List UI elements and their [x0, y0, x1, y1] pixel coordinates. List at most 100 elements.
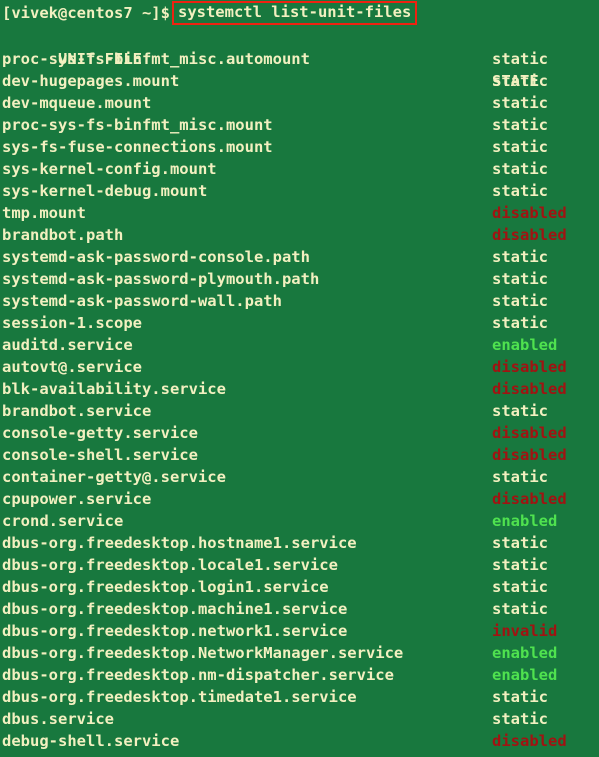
- unit-state-badge: static: [492, 600, 548, 618]
- highlighted-command-box: systemctl list-unit-files: [171, 1, 418, 25]
- table-row: sys-kernel-debug.mount static: [2, 180, 599, 202]
- table-row: cpupower.service disabled: [2, 488, 599, 510]
- command-prompt-line: [vivek@centos7 ~]$ systemctl list-unit-fi…: [2, 1, 599, 26]
- table-row: dbus-org.freedesktop.NetworkManager.serv…: [2, 642, 599, 664]
- table-row: brandbot.service static: [2, 400, 599, 422]
- terminal-content: [vivek@centos7 ~]$ systemctl list-unit-fi…: [0, 0, 599, 752]
- table-row: sys-fs-fuse-connections.mount static: [2, 136, 599, 158]
- unit-file-name: dbus-org.freedesktop.hostname1.service: [2, 534, 357, 552]
- command-text: systemctl list-unit-files: [177, 3, 412, 21]
- unit-file-name: dbus-org.freedesktop.network1.service: [2, 622, 348, 640]
- table-row: systemd-ask-password-console.path static: [2, 246, 599, 268]
- unit-state-badge: disabled: [492, 732, 567, 750]
- unit-state-badge: static: [492, 556, 548, 574]
- unit-state-badge: disabled: [492, 446, 567, 464]
- unit-file-name: tmp.mount: [2, 204, 86, 222]
- unit-file-name: console-shell.service: [2, 446, 198, 464]
- unit-state-badge: static: [492, 160, 548, 178]
- unit-file-name: dev-mqueue.mount: [2, 94, 152, 112]
- unit-file-name: container-getty@.service: [2, 468, 226, 486]
- unit-state-badge: static: [492, 248, 548, 266]
- unit-state-badge: static: [492, 534, 548, 552]
- unit-file-name: cpupower.service: [2, 490, 152, 508]
- table-row: dbus-org.freedesktop.timedate1.service st…: [2, 686, 599, 708]
- unit-state-badge: static: [492, 270, 548, 288]
- unit-state-badge: static: [492, 710, 548, 728]
- unit-state-badge: static: [492, 50, 548, 68]
- unit-file-name: session-1.scope: [2, 314, 142, 332]
- unit-state-badge: disabled: [492, 490, 567, 508]
- unit-state-badge: static: [492, 138, 548, 156]
- unit-file-name: auditd.service: [2, 336, 133, 354]
- unit-file-list: proc-sys-fs-binfmt_misc.automount static d…: [2, 48, 599, 752]
- table-row: dbus-org.freedesktop.nm-dispatcher.servi…: [2, 664, 599, 686]
- terminal-window[interactable]: [vivek@centos7 ~]$ systemctl list-unit-fi…: [0, 0, 599, 757]
- table-row: dev-mqueue.mount static: [2, 92, 599, 114]
- unit-file-name: dbus-org.freedesktop.machine1.service: [2, 600, 348, 618]
- unit-state-badge: static: [492, 94, 548, 112]
- unit-state-badge: static: [492, 116, 548, 134]
- unit-file-name: sys-kernel-debug.mount: [2, 182, 208, 200]
- unit-file-name: sys-fs-fuse-connections.mount: [2, 138, 273, 156]
- table-row: debug-shell.service disabled: [2, 730, 599, 752]
- unit-state-badge: enabled: [492, 644, 558, 662]
- unit-file-name: brandbot.service: [2, 402, 152, 420]
- table-row: dbus.service static: [2, 708, 599, 730]
- unit-state-badge: disabled: [492, 358, 567, 376]
- unit-state-badge: enabled: [492, 336, 558, 354]
- unit-file-name: dbus-org.freedesktop.login1.service: [2, 578, 329, 596]
- unit-file-name: systemd-ask-password-console.path: [2, 248, 310, 266]
- unit-state-badge: enabled: [492, 512, 558, 530]
- unit-state-badge: disabled: [492, 380, 567, 398]
- unit-file-name: dbus-org.freedesktop.NetworkManager.serv…: [2, 644, 404, 662]
- table-row: dbus-org.freedesktop.hostname1.service st…: [2, 532, 599, 554]
- table-row: console-shell.service disabled: [2, 444, 599, 466]
- table-row: crond.service enabled: [2, 510, 599, 532]
- table-row: proc-sys-fs-binfmt_misc.mount static: [2, 114, 599, 136]
- unit-file-name: proc-sys-fs-binfmt_misc.automount: [2, 50, 310, 68]
- unit-file-name: sys-kernel-config.mount: [2, 160, 217, 178]
- table-row: dev-hugepages.mount static: [2, 70, 599, 92]
- unit-file-name: dbus-org.freedesktop.nm-dispatcher.servi…: [2, 666, 394, 684]
- table-row: tmp.mount disabled: [2, 202, 599, 224]
- shell-prompt: [vivek@centos7 ~]$: [2, 4, 170, 22]
- unit-state-badge: static: [492, 292, 548, 310]
- unit-file-name: crond.service: [2, 512, 124, 530]
- table-row: container-getty@.service static: [2, 466, 599, 488]
- unit-file-name: systemd-ask-password-plymouth.path: [2, 270, 320, 288]
- unit-state-badge: static: [492, 72, 548, 90]
- unit-state-badge: invalid: [492, 622, 558, 640]
- unit-state-badge: static: [492, 468, 548, 486]
- table-row: auditd.service enabled: [2, 334, 599, 356]
- table-row: dbus-org.freedesktop.locale1.service stat…: [2, 554, 599, 576]
- unit-file-name: autovt@.service: [2, 358, 142, 376]
- unit-file-name: dbus.service: [2, 710, 114, 728]
- unit-file-name: debug-shell.service: [2, 732, 180, 750]
- unit-file-name: dbus-org.freedesktop.locale1.service: [2, 556, 338, 574]
- table-row: proc-sys-fs-binfmt_misc.automount static: [2, 48, 599, 70]
- table-row: autovt@.service disabled: [2, 356, 599, 378]
- unit-file-name: console-getty.service: [2, 424, 198, 442]
- table-row: session-1.scope static: [2, 312, 599, 334]
- unit-file-name: dbus-org.freedesktop.timedate1.service: [2, 688, 357, 706]
- unit-state-badge: static: [492, 578, 548, 596]
- table-row: console-getty.service disabled: [2, 422, 599, 444]
- unit-state-badge: disabled: [492, 424, 567, 442]
- table-header-row: UNIT FILE STATE: [2, 26, 599, 90]
- unit-state-badge: static: [492, 314, 548, 332]
- table-row: sys-kernel-config.mount static: [2, 158, 599, 180]
- table-row: dbus-org.freedesktop.machine1.service sta…: [2, 598, 599, 620]
- unit-file-name: systemd-ask-password-wall.path: [2, 292, 282, 310]
- unit-state-badge: static: [492, 688, 548, 706]
- unit-state-badge: enabled: [492, 666, 558, 684]
- unit-state-badge: disabled: [492, 226, 567, 244]
- table-row: blk-availability.service disabled: [2, 378, 599, 400]
- unit-state-badge: static: [492, 182, 548, 200]
- unit-file-name: dev-hugepages.mount: [2, 72, 180, 90]
- unit-file-name: blk-availability.service: [2, 380, 226, 398]
- table-row: systemd-ask-password-wall.path static: [2, 290, 599, 312]
- table-row: systemd-ask-password-plymouth.path static: [2, 268, 599, 290]
- table-row: dbus-org.freedesktop.network1.service inv…: [2, 620, 599, 642]
- unit-state-badge: disabled: [492, 204, 567, 222]
- unit-file-name: brandbot.path: [2, 226, 124, 244]
